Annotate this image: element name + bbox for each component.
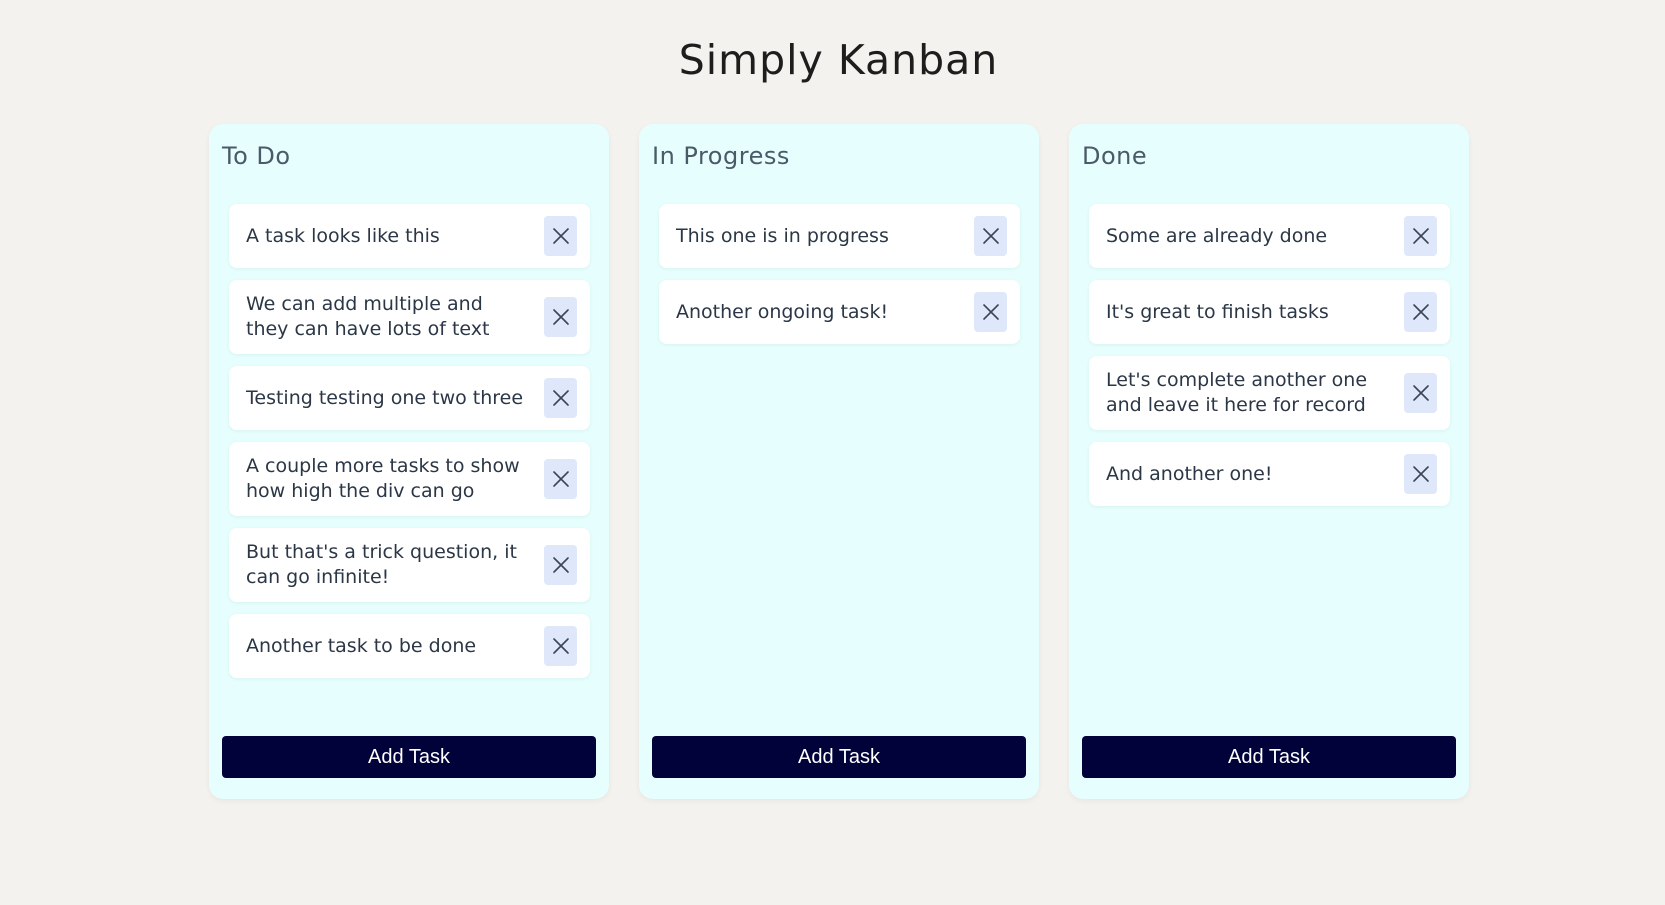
close-icon (552, 228, 569, 244)
delete-task-button[interactable] (544, 545, 577, 585)
task-text: Another task to be done (246, 634, 477, 657)
delete-task-button[interactable] (544, 378, 577, 418)
task-text: Testing testing one two three (246, 386, 524, 409)
delete-task-button[interactable] (1404, 292, 1437, 332)
delete-task-button[interactable] (544, 626, 577, 666)
close-icon (552, 557, 569, 573)
task-text: A task looks like this (246, 224, 440, 247)
close-icon (1412, 228, 1429, 244)
task-card[interactable]: It's great to finish tasks (1089, 280, 1450, 344)
task-card[interactable]: Another task to be done (229, 614, 590, 678)
close-icon (552, 471, 569, 487)
task-text: This one is in progress (676, 224, 889, 247)
delete-task-button[interactable] (974, 216, 1007, 256)
page-title: Simply Kanban (678, 36, 999, 84)
add-task-button[interactable]: Add Task (222, 736, 596, 778)
column-done: Done Some are already done It's great to … (1069, 124, 1469, 799)
close-icon (982, 228, 999, 244)
task-list: This one is in progress Another ongoing t… (659, 204, 1020, 344)
task-card[interactable]: A task looks like this (229, 204, 590, 268)
close-icon (982, 304, 999, 320)
delete-task-button[interactable] (1404, 373, 1437, 413)
task-text: Let's complete another one and leave it … (1106, 369, 1368, 416)
task-text: Another ongoing task! (676, 300, 889, 323)
column-title: Done (1082, 142, 1148, 170)
task-text: It's great to finish tasks (1106, 300, 1329, 323)
task-text: But that's a trick question, it can go i… (246, 541, 517, 588)
task-card[interactable]: Some are already done (1089, 204, 1450, 268)
task-list: A task looks like this We can add multipl… (229, 204, 590, 678)
kanban-board: To Do A task looks like this We can add m… (209, 124, 1469, 799)
task-card[interactable]: But that's a trick question, it can go i… (229, 528, 590, 602)
task-card[interactable]: This one is in progress (659, 204, 1020, 268)
close-icon (1412, 385, 1429, 401)
task-card[interactable]: Another ongoing task! (659, 280, 1020, 344)
column-todo: To Do A task looks like this We can add m… (209, 124, 609, 799)
delete-task-button[interactable] (974, 292, 1007, 332)
delete-task-button[interactable] (544, 216, 577, 256)
add-task-button[interactable]: Add Task (652, 736, 1026, 778)
task-card[interactable]: Let's complete another one and leave it … (1089, 356, 1450, 430)
close-icon (552, 390, 569, 406)
task-card[interactable]: Testing testing one two three (229, 366, 590, 430)
close-icon (1412, 304, 1429, 320)
task-list: Some are already done It's great to finis… (1089, 204, 1450, 506)
task-card[interactable]: And another one! (1089, 442, 1450, 506)
add-task-button[interactable]: Add Task (1082, 736, 1456, 778)
column-title: To Do (222, 142, 291, 170)
task-card[interactable]: We can add multiple and they can have lo… (229, 280, 590, 354)
delete-task-button[interactable] (544, 297, 577, 337)
delete-task-button[interactable] (544, 459, 577, 499)
close-icon (552, 638, 569, 654)
column-in-progress: In Progress This one is in progress Anoth… (639, 124, 1039, 799)
task-text: Some are already done (1106, 224, 1328, 247)
task-text: A couple more tasks to show how high the… (246, 455, 520, 502)
task-card[interactable]: A couple more tasks to show how high the… (229, 442, 590, 516)
task-text: We can add multiple and they can have lo… (246, 293, 490, 340)
delete-task-button[interactable] (1404, 216, 1437, 256)
column-title: In Progress (652, 142, 790, 170)
close-icon (552, 309, 569, 325)
delete-task-button[interactable] (1404, 454, 1437, 494)
close-icon (1412, 466, 1429, 482)
task-text: And another one! (1106, 462, 1273, 485)
